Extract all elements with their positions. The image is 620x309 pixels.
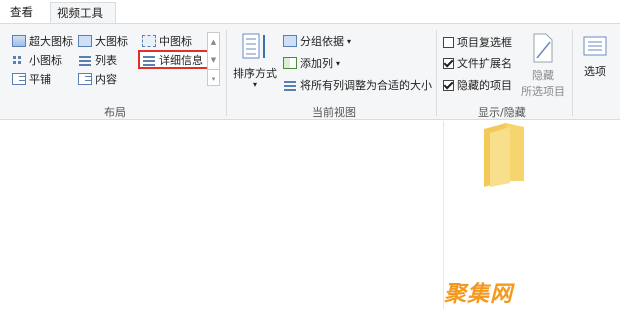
list-label: 列表	[95, 54, 117, 67]
hide-selected-button[interactable]: 隐藏 所选项目	[520, 32, 566, 99]
extra-large-icons-label: 超大图标	[29, 35, 73, 48]
hide-selected-label-2: 所选项目	[521, 85, 565, 98]
list-icon	[78, 54, 92, 66]
layout-content[interactable]: 内容	[78, 71, 117, 87]
size-all-columns-button[interactable]: 将所有列调整为合适的大小	[283, 77, 432, 93]
tab-view[interactable]: 查看	[4, 2, 44, 23]
large-icons-icon	[78, 35, 92, 47]
layout-medium-icons[interactable]: 中图标	[142, 33, 192, 49]
ribbon-tabs: 查看 视频工具	[0, 0, 620, 23]
group-by-icon	[283, 35, 297, 47]
file-extensions-label: 文件扩展名	[457, 57, 512, 70]
content-label: 内容	[95, 73, 117, 86]
details-icon	[142, 54, 156, 66]
file-extensions-checkbox[interactable]	[443, 57, 454, 69]
layout-list[interactable]: 列表	[78, 52, 117, 68]
watermark-logo: 聚集网	[444, 282, 514, 307]
sort-by-icon	[242, 33, 265, 59]
group-by-label: 分组依据	[300, 35, 344, 48]
hide-selected-label-1: 隐藏	[532, 69, 554, 82]
show-hide-group-label: 显示/隐藏	[478, 106, 526, 119]
small-icons-label: 小图标	[29, 54, 62, 67]
ribbon: 超大图标 大图标 中图标 小图标 列表 详细信息 平铺 内容 ▲ ▼ ▾ 布局 …	[0, 23, 620, 120]
content-icon	[78, 73, 92, 85]
layout-small-icons[interactable]: 小图标	[12, 52, 62, 68]
layout-details[interactable]: 详细信息	[142, 52, 203, 68]
add-columns-icon	[283, 57, 297, 69]
hidden-items-toggle[interactable]: 隐藏的项目	[443, 77, 512, 93]
file-extensions-toggle[interactable]: 文件扩展名	[443, 55, 512, 71]
hidden-items-label: 隐藏的项目	[457, 79, 512, 92]
small-icons-icon	[12, 54, 26, 66]
scroll-down-icon[interactable]: ▼	[208, 51, 219, 69]
item-checkboxes-toggle[interactable]: 项目复选框	[443, 34, 512, 50]
layout-large-icons[interactable]: 大图标	[78, 33, 128, 49]
size-all-columns-label: 将所有列调整为合适的大小	[300, 79, 432, 92]
large-icons-label: 大图标	[95, 35, 128, 48]
group-separator	[436, 30, 437, 116]
options-button[interactable]: 选项	[578, 34, 612, 79]
hidden-items-checkbox[interactable]	[443, 79, 454, 91]
group-by-chevron-icon: ▾	[347, 36, 352, 46]
sort-by-label: 排序方式	[233, 67, 277, 80]
group-separator	[572, 30, 573, 116]
layout-scroll[interactable]: ▲ ▼ ▾	[207, 32, 220, 86]
group-by-button[interactable]: 分组依据 ▾	[283, 33, 351, 49]
tiles-icon	[12, 73, 26, 85]
expand-gallery-icon[interactable]: ▾	[208, 69, 219, 88]
sort-by-chevron-icon: ▾	[252, 80, 257, 89]
item-checkboxes-checkbox[interactable]	[443, 36, 454, 48]
tiles-label: 平铺	[29, 73, 51, 86]
add-columns-label: 添加列	[300, 57, 333, 70]
hide-selected-icon	[533, 33, 553, 63]
options-icon	[583, 36, 607, 56]
group-separator	[226, 30, 227, 116]
extra-large-icons-icon	[12, 35, 26, 47]
folder-icon	[480, 123, 528, 187]
scroll-up-icon[interactable]: ▲	[208, 33, 219, 51]
add-columns-button[interactable]: 添加列 ▾	[283, 55, 340, 71]
size-columns-icon	[283, 79, 297, 91]
current-view-group-label: 当前视图	[312, 106, 356, 119]
details-label: 详细信息	[159, 54, 203, 67]
options-label: 选项	[584, 65, 606, 78]
layout-tiles[interactable]: 平铺	[12, 71, 51, 87]
tab-video-tools[interactable]: 视频工具	[50, 2, 116, 23]
medium-icons-label: 中图标	[159, 35, 192, 48]
item-checkboxes-label: 项目复选框	[457, 36, 512, 49]
sort-by-button[interactable]: 排序方式 ▾	[232, 32, 278, 89]
medium-icons-icon	[142, 35, 156, 47]
layout-group-label: 布局	[104, 106, 126, 119]
add-columns-chevron-icon: ▾	[336, 58, 341, 68]
layout-extra-large-icons[interactable]: 超大图标	[12, 33, 73, 49]
